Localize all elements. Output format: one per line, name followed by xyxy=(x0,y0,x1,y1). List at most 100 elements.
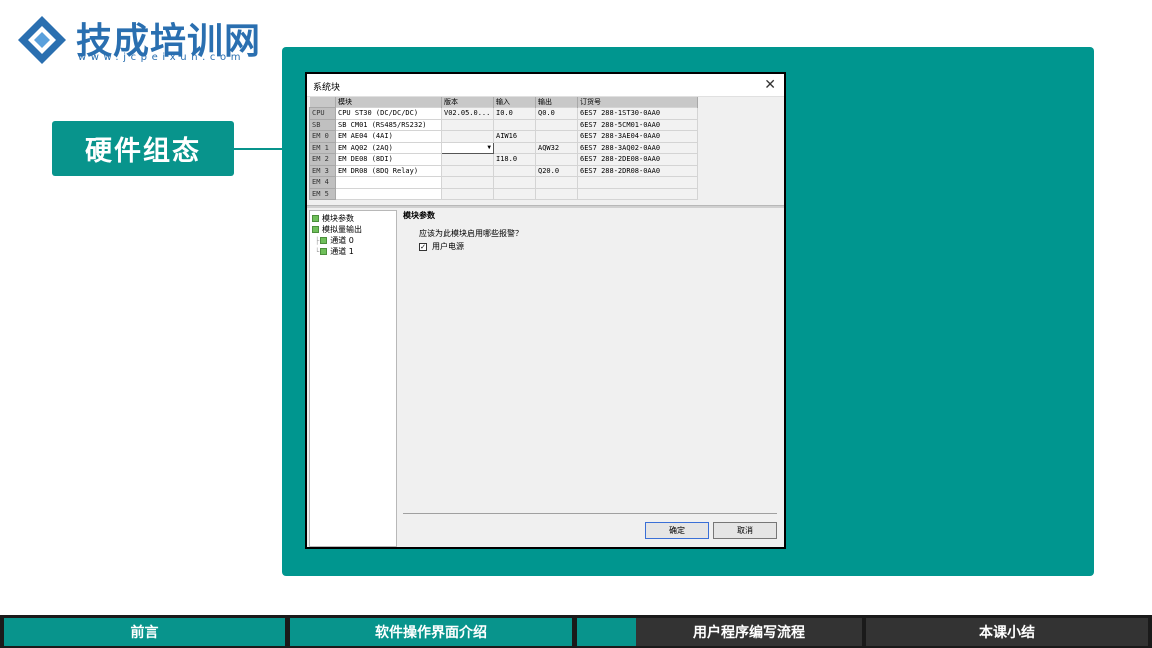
slot-cell: EM 2 xyxy=(309,153,336,166)
table-row[interactable]: CPU CPU ST30 (DC/DC/DC) V02.05.0... I0.0… xyxy=(309,107,698,120)
table-row[interactable]: EM 3 EM DR08 (8DQ Relay) Q20.0 6ES7 288-… xyxy=(309,164,698,177)
dialog-titlebar: 系统块 ✕ xyxy=(307,74,784,97)
diamond-logo-icon xyxy=(18,16,66,64)
order-cell: 6ES7 288-3AE04-0AA0 xyxy=(577,130,698,143)
folder-icon xyxy=(312,215,319,222)
column-header: 输入 xyxy=(493,97,536,108)
version-cell xyxy=(441,153,494,166)
system-block-dialog: 系统块 ✕ 模块 版本 输入 输出 订货号 CPU CPU ST30 (DC/D… xyxy=(305,72,786,549)
tree-branch-icon: └ xyxy=(315,247,320,256)
slot-cell: EM 3 xyxy=(309,164,336,177)
table-row-selected[interactable]: EM 1 EM AQ02 (2AQ) ▼ AQW32 6ES7 288-3AQ0… xyxy=(309,141,698,154)
cancel-button[interactable]: 取消 xyxy=(713,522,777,539)
input-cell: I0.0 xyxy=(493,107,536,120)
slot-cell: SB xyxy=(309,118,336,131)
tree-item-label: 模拟量输出 xyxy=(322,225,362,234)
order-cell: 6ES7 288-5CM01-0AA0 xyxy=(577,118,698,131)
table-row[interactable]: SB SB CM01 (RS485/RS232) 6ES7 288-5CM01-… xyxy=(309,118,698,131)
output-cell xyxy=(535,153,578,166)
input-cell xyxy=(493,187,536,200)
folder-icon xyxy=(312,226,319,233)
input-cell xyxy=(493,118,536,131)
order-cell xyxy=(577,187,698,200)
parameter-tree: 模块参数 模拟量输出 ├ 通道 0 └ 通道 1 xyxy=(309,210,397,547)
logo: 技成培训网 www.jcpeixun.com xyxy=(14,10,274,66)
tree-item-label: 通道 0 xyxy=(330,236,354,245)
slide: 技成培训网 www.jcpeixun.com 硬件组态 系统块 ✕ 模块 版本 xyxy=(0,0,1152,648)
output-cell xyxy=(535,118,578,131)
output-cell: AQW32 xyxy=(535,141,578,154)
module-table: 模块 版本 输入 输出 订货号 CPU CPU ST30 (DC/DC/DC) … xyxy=(309,97,698,200)
version-cell xyxy=(441,130,494,143)
slot-cell: EM 4 xyxy=(309,176,336,189)
footer-divider xyxy=(403,513,777,514)
table-header-row: 模块 版本 输入 输出 订货号 xyxy=(309,97,698,108)
slot-cell: EM 0 xyxy=(309,130,336,143)
table-row[interactable]: EM 2 EM DE08 (8DI) I18.0 6ES7 288-2DE08-… xyxy=(309,153,698,166)
order-cell: 6ES7 288-3AQ02-0AA0 xyxy=(577,141,698,154)
version-cell xyxy=(441,164,494,177)
slot-cell: EM 1 xyxy=(309,141,336,154)
tree-item-module-params[interactable]: 模块参数 xyxy=(310,213,396,224)
close-icon[interactable]: ✕ xyxy=(764,77,776,93)
slot-cell: CPU xyxy=(309,107,336,120)
order-cell: 6ES7 288-2DR08-0AA0 xyxy=(577,164,698,177)
bottom-nav: 前言 软件操作界面介绍 用户程序编写流程 本课小结 xyxy=(0,615,1152,648)
user-power-checkbox[interactable]: ✓ 用户电源 xyxy=(419,241,464,252)
order-cell xyxy=(577,176,698,189)
nav-tab-label: 用户程序编写流程 xyxy=(693,625,805,641)
order-cell: 6ES7 288-1ST30-0AA0 xyxy=(577,107,698,120)
checkbox-label: 用户电源 xyxy=(432,242,464,251)
input-cell: I18.0 xyxy=(493,153,536,166)
module-cell[interactable]: EM AE04 (4AI) xyxy=(335,130,442,143)
column-header: 版本 xyxy=(441,97,494,108)
tree-item-analog-output[interactable]: 模拟量输出 xyxy=(310,224,396,235)
module-cell[interactable]: SB CM01 (RS485/RS232) xyxy=(335,118,442,131)
module-cell[interactable] xyxy=(335,176,442,189)
table-row[interactable]: EM 0 EM AE04 (4AI) AIW16 6ES7 288-3AE04-… xyxy=(309,130,698,143)
order-cell: 6ES7 288-2DE08-0AA0 xyxy=(577,153,698,166)
module-cell[interactable]: CPU ST30 (DC/DC/DC) xyxy=(335,107,442,120)
column-header: 输出 xyxy=(535,97,578,108)
version-dropdown[interactable]: ▼ xyxy=(441,141,494,154)
checkbox-checked-icon[interactable]: ✓ xyxy=(419,242,427,251)
param-title: 模块参数 xyxy=(403,211,435,220)
column-header: 模块 xyxy=(335,97,442,108)
tree-branch-icon: ├ xyxy=(315,236,320,245)
tree-item-channel-0[interactable]: ├ 通道 0 xyxy=(310,235,396,246)
module-cell[interactable]: EM AQ02 (2AQ) xyxy=(335,141,442,154)
ok-button[interactable]: 确定 xyxy=(645,522,709,539)
column-header xyxy=(309,97,336,108)
param-question: 应该为此模块启用哪些报警？ xyxy=(419,229,523,238)
input-cell xyxy=(493,141,536,154)
nav-tab-summary[interactable]: 本课小结 xyxy=(866,618,1148,646)
section-label: 硬件组态 xyxy=(52,121,234,176)
nav-tab-program-flow[interactable]: 用户程序编写流程 xyxy=(577,618,862,646)
output-cell: Q0.0 xyxy=(535,107,578,120)
channel-icon xyxy=(320,237,328,244)
table-row[interactable]: EM 5 xyxy=(309,187,698,200)
module-cell[interactable] xyxy=(335,187,442,200)
output-cell: Q20.0 xyxy=(535,164,578,177)
logo-url: www.jcpeixun.com xyxy=(78,52,246,63)
tree-item-channel-1[interactable]: └ 通道 1 xyxy=(310,246,396,257)
dropdown-arrow-icon[interactable]: ▼ xyxy=(487,144,491,151)
connector-line xyxy=(234,148,284,150)
version-cell xyxy=(441,118,494,131)
module-cell[interactable]: EM DR08 (8DQ Relay) xyxy=(335,164,442,177)
input-cell xyxy=(493,176,536,189)
input-cell: AIW16 xyxy=(493,130,536,143)
nav-tab-preface[interactable]: 前言 xyxy=(4,618,285,646)
pane-splitter[interactable] xyxy=(307,205,784,208)
module-cell[interactable]: EM DE08 (8DI) xyxy=(335,153,442,166)
tree-item-label: 模块参数 xyxy=(322,214,354,223)
output-cell xyxy=(535,176,578,189)
version-cell xyxy=(441,176,494,189)
version-cell xyxy=(441,187,494,200)
input-cell xyxy=(493,164,536,177)
nav-tab-software-ui[interactable]: 软件操作界面介绍 xyxy=(290,618,572,646)
version-cell: V02.05.0... xyxy=(441,107,494,120)
output-cell xyxy=(535,187,578,200)
table-row[interactable]: EM 4 xyxy=(309,176,698,189)
output-cell xyxy=(535,130,578,143)
